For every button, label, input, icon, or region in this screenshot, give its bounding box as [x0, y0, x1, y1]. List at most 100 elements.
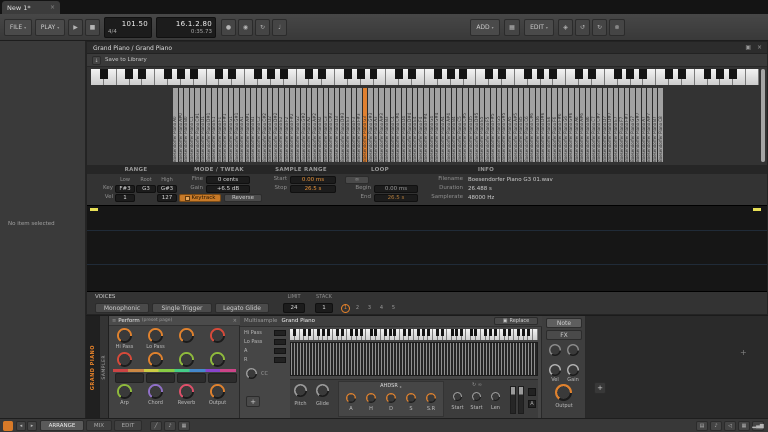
sample-zone[interactable]: Boesendorfer Piano G1 [229, 88, 234, 162]
env-stage-knob[interactable] [366, 393, 376, 403]
piano-key-black[interactable] [357, 69, 365, 79]
reverse-toggle[interactable]: Reverse [224, 194, 262, 202]
mod-amount-box[interactable] [274, 348, 286, 354]
piano-key-black[interactable] [138, 69, 146, 79]
sample-zone[interactable]: Boesendorfer Piano F6 [552, 88, 557, 162]
sample-zone[interactable]: Boesendorfer Piano G7 [630, 88, 635, 162]
piano-key-black[interactable] [716, 69, 724, 79]
statusbar-panel-icon[interactable]: ◁ [724, 421, 736, 431]
piano-key-black[interactable] [575, 69, 583, 79]
piano-key-black[interactable] [360, 329, 363, 336]
sample-zone[interactable]: Boesendorfer Piano C4 [391, 88, 396, 162]
piano-key-black[interactable] [177, 69, 185, 79]
mod-amount-box[interactable] [274, 357, 286, 363]
piano-key-black[interactable] [441, 329, 444, 336]
track-header-strip[interactable]: GRAND PIANO [86, 316, 99, 419]
sample-zone[interactable]: Boesendorfer Piano E5 [480, 88, 485, 162]
piano-key-black[interactable] [374, 329, 377, 336]
sample-zone[interactable]: Boesendorfer Piano F5 [485, 88, 490, 162]
piano-key-black[interactable] [498, 69, 506, 79]
piano-key-black[interactable] [639, 69, 647, 79]
macro-knob[interactable] [117, 384, 132, 399]
loop-mode-button[interactable]: ∞ [345, 176, 369, 184]
stack-option-4[interactable]: 4 [377, 304, 386, 313]
fine-value[interactable]: 0 cents [206, 176, 250, 184]
sample-zone[interactable]: Boesendorfer Piano D5 [469, 88, 474, 162]
piano-key-black[interactable] [626, 69, 634, 79]
macro-button[interactable] [208, 373, 237, 383]
mod-amount-box[interactable] [274, 339, 286, 345]
macro-button[interactable] [177, 373, 206, 383]
piano-key-black[interactable] [228, 69, 236, 79]
snap-button[interactable]: ◈ [558, 19, 573, 36]
piano-key-black[interactable] [508, 329, 511, 336]
sample-zone[interactable]: Boesendorfer Piano B0 [184, 88, 189, 162]
stack-option-2[interactable]: 2 [353, 304, 362, 313]
mod-route-box[interactable] [528, 388, 536, 396]
sample-zone[interactable]: Boesendorfer Piano F#4 [424, 88, 429, 162]
sample-map-keyboard[interactable] [91, 69, 759, 85]
dashboard-icon[interactable] [3, 421, 13, 431]
range-marker-left[interactable] [90, 208, 98, 211]
replace-button[interactable]: ▣ Replace [494, 317, 538, 325]
multisample-name[interactable]: Grand Piano [281, 318, 490, 324]
sample-zone[interactable]: Boesendorfer Piano C#1 [195, 88, 200, 162]
vertical-scrollbar[interactable] [761, 69, 765, 162]
macro-knob[interactable] [210, 384, 225, 399]
tab-close-icon[interactable]: × [50, 4, 55, 11]
piano-key-black[interactable] [460, 329, 463, 336]
remote-page-title[interactable]: Perform [118, 318, 140, 324]
mod-source-hipass[interactable]: Hi Pass [244, 331, 262, 336]
env-stage-knob[interactable] [406, 393, 416, 403]
sample-waveform-timeline[interactable] [87, 205, 767, 292]
piano-key-black[interactable] [447, 69, 455, 79]
sample-zone-list[interactable]: Boesendorfer Piano A0Boesendorfer Piano … [173, 88, 663, 162]
sample-zone[interactable]: Boesendorfer Piano B1 [251, 88, 256, 162]
macro-button[interactable] [146, 373, 175, 383]
sample-zone[interactable]: Boesendorfer Piano D#5 [474, 88, 479, 162]
sample-zone[interactable]: Boesendorfer Piano C#2 [262, 88, 267, 162]
sample-zone[interactable]: Boesendorfer Piano C#6 [530, 88, 535, 162]
sample-zone[interactable]: Boesendorfer Piano B4 [452, 88, 457, 162]
fade-slider[interactable] [510, 386, 516, 414]
key-root-value[interactable]: G3 [136, 185, 156, 193]
sample-zone[interactable]: Boesendorfer Piano F3 [352, 88, 357, 162]
piano-key-black[interactable] [395, 69, 403, 79]
sample-zone[interactable]: Boesendorfer Piano C#7 [597, 88, 602, 162]
piano-key-black[interactable] [389, 329, 392, 336]
sample-zone[interactable]: Boesendorfer Piano B7 [653, 88, 658, 162]
stack-option-3[interactable]: 3 [365, 304, 374, 313]
sample-zone[interactable]: Boesendorfer Piano G#7 [636, 88, 641, 162]
sample-zone[interactable]: Boesendorfer Piano D1 [201, 88, 206, 162]
sample-zone[interactable]: Boesendorfer Piano A#4 [446, 88, 451, 162]
piano-key-black[interactable] [434, 69, 442, 79]
expand-icon[interactable]: ▸ [400, 384, 402, 389]
sample-zone[interactable]: Boesendorfer Piano A#0 [179, 88, 184, 162]
sample-zone[interactable]: Boesendorfer Piano A3 [374, 88, 379, 162]
sample-zone[interactable]: Boesendorfer Piano E6 [547, 88, 552, 162]
piano-key-black[interactable] [403, 329, 406, 336]
sample-zone[interactable]: Boesendorfer Piano A6 [575, 88, 580, 162]
sample-control-knob[interactable] [472, 392, 481, 401]
piano-key-black[interactable] [614, 69, 622, 79]
piano-key-black[interactable] [524, 69, 532, 79]
macro-knob[interactable] [148, 352, 163, 367]
piano-key-black[interactable] [341, 329, 344, 336]
vel-low-value[interactable]: 1 [115, 194, 135, 202]
statusbar-panel-icon[interactable]: ♪ [710, 421, 722, 431]
loop-begin-value[interactable]: 0.00 ms [374, 185, 418, 193]
cancel-button[interactable]: ⊗ [609, 19, 625, 36]
piano-key-black[interactable] [327, 329, 330, 336]
sample-zone[interactable]: Boesendorfer Piano C2 [257, 88, 262, 162]
fx-tab[interactable]: FX [546, 330, 582, 340]
mod-source-a[interactable]: A [244, 349, 247, 354]
piano-key-black[interactable] [267, 69, 275, 79]
piano-key-black[interactable] [537, 69, 545, 79]
env-stage-knob[interactable] [386, 393, 396, 403]
sample-zone[interactable]: Boesendorfer Piano F2 [285, 88, 290, 162]
play-button[interactable]: ▶ [68, 19, 83, 36]
sample-zone[interactable]: Boesendorfer Piano F4 [418, 88, 423, 162]
sample-zone[interactable]: Boesendorfer Piano A#5 [513, 88, 518, 162]
macro-knob[interactable] [210, 352, 225, 367]
add-modulator-button[interactable]: + [246, 396, 260, 407]
